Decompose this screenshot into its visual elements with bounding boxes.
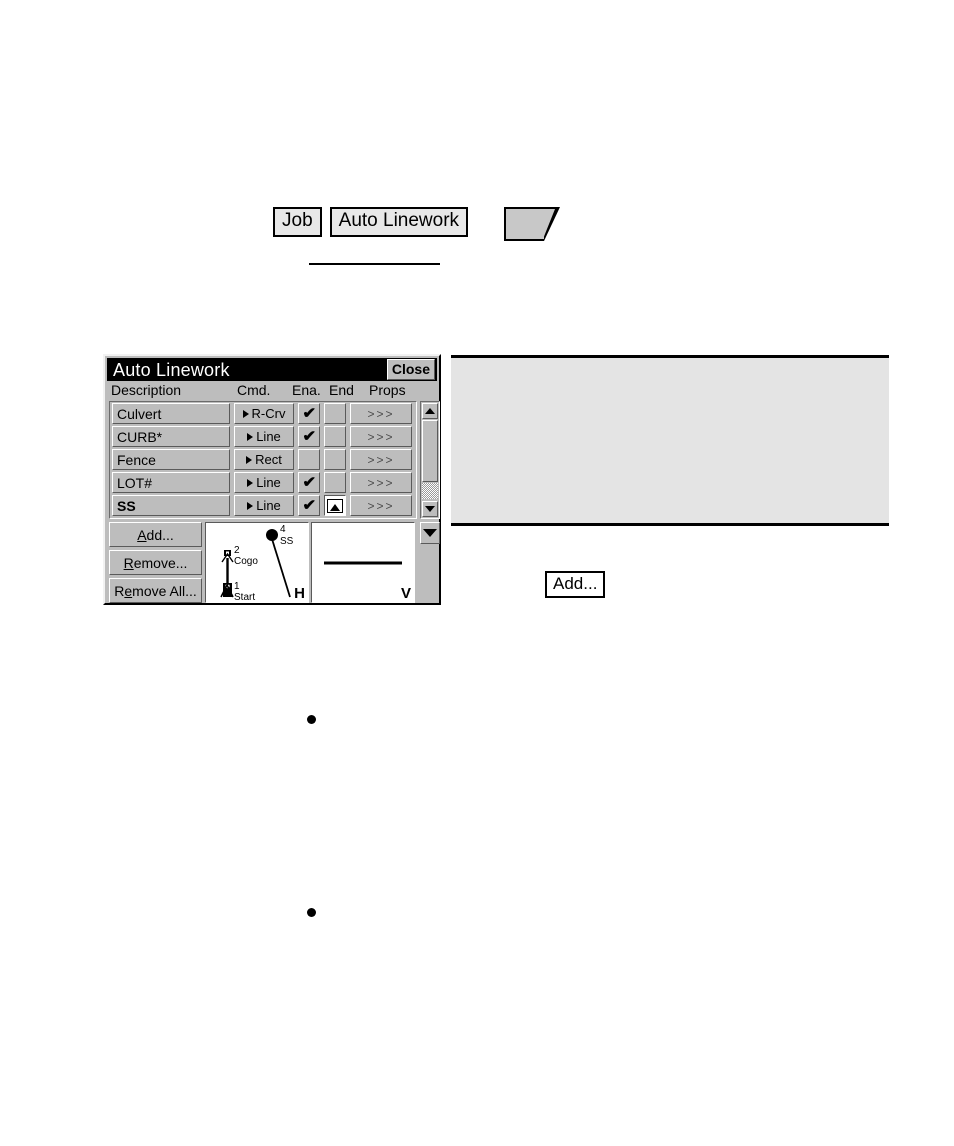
row-cmd-label: Line: [256, 429, 281, 444]
row-props-button[interactable]: >>>: [350, 403, 412, 424]
row-cmd-dropdown[interactable]: Rect: [234, 449, 294, 470]
row-end-toggle[interactable]: [324, 403, 346, 424]
row-cmd-dropdown[interactable]: Line: [234, 426, 294, 447]
table-row[interactable]: Fence Rect >>>: [110, 448, 416, 471]
linework-table: Culvert R-Crv ✔ >>> CURB* Line ✔ >>> Fence Rect >>…: [109, 401, 417, 519]
row-description-field[interactable]: SS: [112, 495, 230, 516]
peak-icon: [327, 498, 343, 513]
column-header-props: Props: [369, 382, 406, 398]
screen-shape-icon: [504, 207, 561, 241]
triangle-right-icon: [247, 501, 254, 510]
table-scrollbar[interactable]: [420, 401, 440, 519]
row-cmd-dropdown[interactable]: Line: [234, 472, 294, 493]
callout-box: [451, 355, 889, 526]
auto-linework-dialog: Auto Linework Close Description Cmd. Ena…: [103, 354, 441, 605]
table-row[interactable]: CURB* Line ✔ >>>: [110, 425, 416, 448]
triangle-right-icon: [246, 455, 253, 464]
checkmark-icon: ✔: [302, 497, 316, 514]
row-description-field[interactable]: CURB*: [112, 426, 230, 447]
svg-text:4: 4: [280, 524, 286, 535]
table-row[interactable]: Culvert R-Crv ✔ >>>: [110, 402, 416, 425]
row-end-toggle[interactable]: [324, 449, 346, 470]
dialog-title: Auto Linework: [113, 359, 230, 380]
row-enabled-checkbox[interactable]: ✔: [298, 426, 320, 447]
row-cmd-label: Line: [256, 475, 281, 490]
horizontal-preview-label: H: [294, 585, 305, 602]
row-props-button[interactable]: >>>: [350, 472, 412, 493]
row-description-field[interactable]: LOT#: [112, 472, 230, 493]
triangle-right-icon: [242, 409, 249, 418]
row-cmd-label: Rect: [255, 452, 282, 467]
checkmark-icon: ✔: [302, 474, 316, 491]
triangle-up-icon[interactable]: [422, 403, 438, 419]
svg-text:2: 2: [234, 545, 240, 556]
inline-add-button-reference[interactable]: Add...: [545, 571, 606, 598]
checkmark-icon: ✔: [302, 428, 316, 445]
column-header-cmd: Cmd.: [237, 382, 271, 398]
column-header-description: Description: [111, 382, 182, 398]
bullet-point: [307, 908, 316, 917]
row-enabled-checkbox[interactable]: ✔: [298, 403, 320, 424]
triangle-right-icon: [247, 432, 254, 441]
close-button[interactable]: Close: [386, 359, 435, 380]
svg-text:1: 1: [234, 581, 240, 592]
row-cmd-label: Line: [256, 498, 281, 513]
breadcrumb: Job Auto Linework: [273, 207, 561, 241]
checkmark-icon: ✔: [302, 405, 316, 422]
row-end-toggle[interactable]: [324, 426, 346, 447]
row-props-button[interactable]: >>>: [350, 495, 412, 516]
add-button-label: Add...: [137, 526, 174, 543]
row-props-button[interactable]: >>>: [350, 426, 412, 447]
column-header-ena: Ena.: [292, 382, 321, 398]
vertical-preview-label: V: [400, 585, 411, 602]
row-cmd-dropdown[interactable]: Line: [234, 495, 294, 516]
table-row[interactable]: LOT# Line ✔ >>>: [110, 471, 416, 494]
horizontal-preview-graphic: 2 Cogo 1 Start 4 SS: [220, 524, 294, 602]
svg-text:SS: SS: [280, 536, 294, 547]
row-description-field[interactable]: Fence: [112, 449, 230, 470]
svg-text:Start: Start: [234, 592, 255, 602]
remove-all-button[interactable]: Remove All...: [109, 578, 202, 603]
breadcrumb-underline-rule: [309, 263, 440, 265]
add-button[interactable]: Add...: [109, 522, 202, 547]
bullet-point: [307, 715, 316, 724]
row-enabled-checkbox[interactable]: ✔: [298, 472, 320, 493]
row-props-button[interactable]: >>>: [350, 449, 412, 470]
vertical-preview-graphic: [324, 561, 402, 565]
remove-button-label: Remove...: [123, 554, 188, 571]
remove-all-button-label: Remove All...: [114, 582, 197, 599]
triangle-down-icon[interactable]: [422, 501, 438, 517]
dialog-action-buttons: Add... Remove... Remove All...: [109, 522, 202, 606]
vertical-preview-panel[interactable]: V: [311, 522, 415, 603]
row-cmd-label: R-Crv: [251, 406, 286, 421]
dialog-titlebar: Auto Linework Close: [107, 358, 437, 381]
triangle-down-icon[interactable]: [420, 522, 440, 544]
row-description-field[interactable]: Culvert: [112, 403, 230, 424]
scrollbar-thumb[interactable]: [422, 420, 438, 482]
svg-text:Cogo: Cogo: [234, 556, 258, 567]
table-row[interactable]: SS Line ✔ >>>: [110, 494, 416, 517]
column-header-end: End: [329, 382, 354, 398]
row-end-toggle[interactable]: [324, 472, 346, 493]
horizontal-preview-panel[interactable]: 2 Cogo 1 Start 4 SS H: [205, 522, 309, 603]
breadcrumb-item-job[interactable]: Job: [273, 207, 322, 237]
breadcrumb-item-auto-linework[interactable]: Auto Linework: [329, 207, 469, 237]
triangle-right-icon: [247, 478, 254, 487]
row-enabled-checkbox[interactable]: [298, 449, 320, 470]
row-cmd-dropdown[interactable]: R-Crv: [234, 403, 294, 424]
row-enabled-checkbox[interactable]: ✔: [298, 495, 320, 516]
column-header-row: Description Cmd. Ena. End Props: [107, 381, 437, 401]
row-end-toggle[interactable]: [324, 495, 346, 516]
remove-button[interactable]: Remove...: [109, 550, 202, 575]
scrollbar-track[interactable]: [422, 483, 438, 499]
